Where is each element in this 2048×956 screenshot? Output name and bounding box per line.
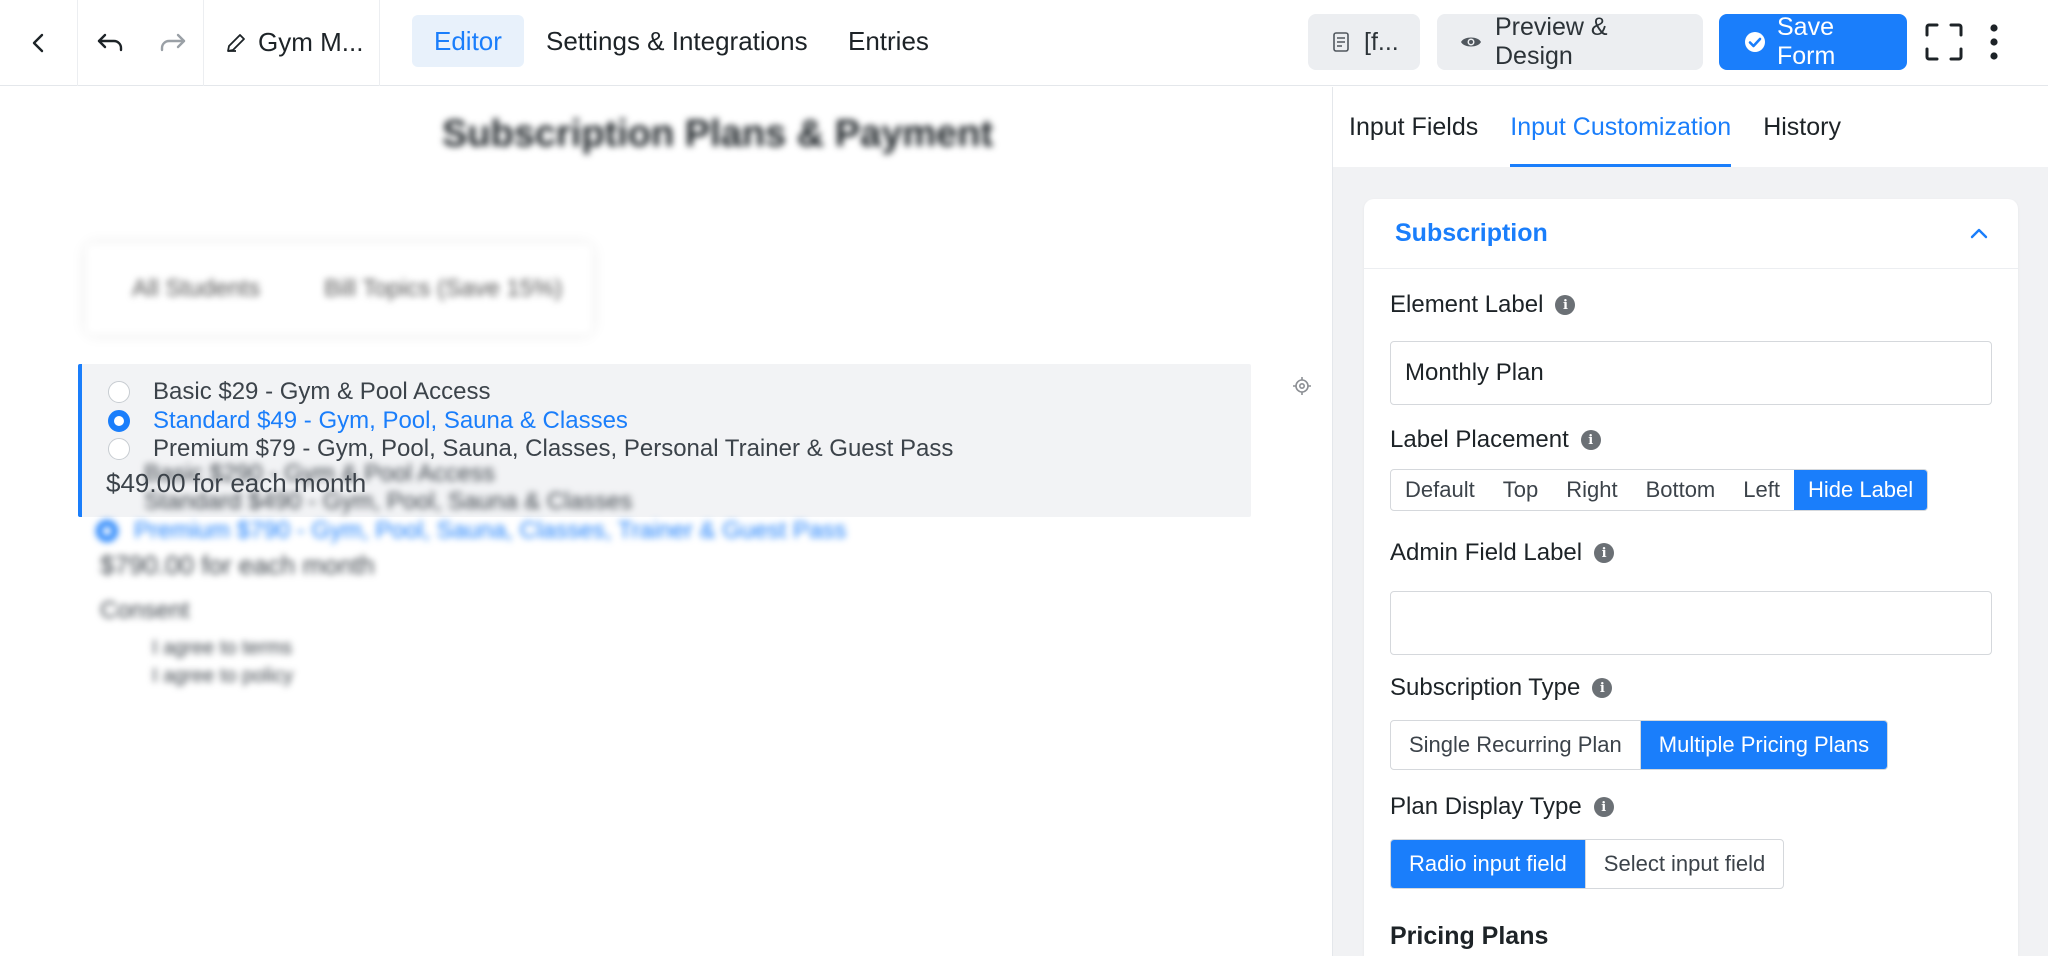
top-toolbar: Gym M... Editor Settings & Integrations … [0,0,2048,86]
plan-option-selected[interactable]: Premium $790 - Gym, Pool, Sauna, Classes… [96,517,846,545]
subscription-field-yearly[interactable]: Basic $290 - Gym & Pool Access Standard … [96,442,1256,580]
plan-display-type-heading: Plan Display Type i [1390,793,1614,821]
form-title-editable[interactable]: Gym M... [204,0,380,86]
subscription-type-group: Single Recurring Plan Multiple Pricing P… [1390,720,1889,770]
radio-button-selected[interactable] [96,520,118,542]
tab-entries[interactable]: Entries [826,15,951,67]
admin-field-label-heading: Admin Field Label i [1390,539,1615,567]
checkbox-option[interactable]: I agree to policy [152,665,293,688]
chevron-up-icon[interactable] [1966,221,1992,247]
tab-settings-integrations[interactable]: Settings & Integrations [524,15,830,67]
label-placement-heading: Label Placement i [1390,426,1601,454]
plan-option-basic[interactable]: Basic $29 - Gym & Pool Access [108,378,490,406]
info-icon[interactable]: i [1593,797,1614,817]
settings-panel: Input Fields Input Customization History… [1332,87,2048,956]
eye-icon [1459,30,1483,54]
save-form-button[interactable]: Save Form [1719,13,1907,70]
option-single-recurring-plan[interactable]: Single Recurring Plan [1391,721,1640,769]
check-circle-icon [1743,30,1767,54]
undo-button[interactable] [78,0,142,86]
option-multiple-pricing-plans[interactable]: Multiple Pricing Plans [1639,721,1888,769]
checkbox-field[interactable]: Consent I agree to terms I agree to poli… [96,597,1256,707]
canvas-form-title: Subscription Plans & Payment [442,113,994,155]
document-icon [1330,31,1352,53]
save-form-label: Save Form [1777,13,1836,70]
element-label-text: Element Label [1390,291,1544,318]
label-placement-group: Default Top Right Bottom Left Hide Label [1390,469,1929,511]
step-tab[interactable]: Bill Topics (Save 15%) [324,275,562,303]
plan-option-label: Basic $29 - Gym & Pool Access [153,378,491,405]
back-button[interactable] [0,0,78,86]
option-radio-input-field[interactable]: Radio input field [1391,840,1585,888]
field-label: Consent [100,597,190,624]
option-select-input-field[interactable]: Select input field [1584,840,1783,888]
subscription-type-text: Subscription Type [1390,674,1581,701]
info-icon[interactable]: i [1592,678,1613,698]
subscription-settings-card: Subscription Element Label i Monthly Pla… [1364,199,2018,956]
placement-option-top[interactable]: Top [1489,470,1552,510]
info-icon[interactable]: i [1555,295,1576,315]
panel-tabs: Input Fields Input Customization History [1333,87,2048,167]
pricing-plans-heading: Pricing Plans [1390,922,1549,950]
radio-button[interactable] [108,381,130,403]
tab-editor[interactable]: Editor [412,15,524,67]
placement-option-left[interactable]: Left [1729,470,1794,510]
redo-button[interactable] [142,0,204,86]
plan-display-type-text: Plan Display Type [1390,793,1582,820]
radio-button-selected[interactable] [108,410,130,432]
tab-input-customization[interactable]: Input Customization [1510,87,1732,167]
plan-option-label: Premium $790 - Gym, Pool, Sauna, Classes… [134,517,847,544]
admin-field-label-text: Admin Field Label [1390,539,1583,566]
price-note: $790.00 for each month [100,550,375,580]
info-icon[interactable]: i [1580,430,1601,450]
pencil-icon [224,31,248,55]
chevron-left-icon [22,26,56,60]
fullscreen-icon[interactable] [1924,22,1964,62]
label-placement-text: Label Placement [1390,426,1569,453]
section-title: Subscription [1395,219,1548,247]
subscription-type-heading: Subscription Type i [1390,674,1613,702]
more-options-icon[interactable] [1982,22,2006,62]
undo-icon [93,26,127,60]
preview-design-button[interactable]: Preview & Design [1437,13,1703,70]
shortcode-text: [f... [1364,27,1399,56]
tab-input-fields[interactable]: Input Fields [1349,87,1478,167]
plan-option-label: Standard $490 - Gym, Pool, Sauna & Class… [144,488,633,515]
plan-option-label: Standard $49 - Gym, Pool, Sauna & Classe… [153,407,628,434]
element-label-heading: Element Label i [1390,291,1576,319]
step-tabs: All Students Bill Topics (Save 15%) [86,244,592,334]
element-label-input[interactable]: Monthly Plan [1390,341,1992,405]
plan-option-label: Basic $290 - Gym & Pool Access [144,460,495,487]
info-icon[interactable]: i [1594,543,1615,563]
preview-design-label: Preview & Design [1495,13,1608,70]
plan-display-type-group: Radio input field Select input field [1390,839,1785,889]
form-title-text: Gym M... [258,27,364,57]
tab-history[interactable]: History [1763,87,1841,167]
placement-option-bottom[interactable]: Bottom [1632,470,1730,510]
plan-option-standard[interactable]: Standard $49 - Gym, Pool, Sauna & Classe… [108,407,628,435]
checkbox-option[interactable]: I agree to terms [152,637,292,660]
section-header[interactable]: Subscription [1364,199,2018,269]
placement-option-right[interactable]: Right [1552,470,1631,510]
form-canvas: Subscription Plans & Payment All Student… [0,87,1332,956]
redo-icon [156,26,190,60]
shortcode-button[interactable]: [f... [1308,14,1420,70]
gear-icon[interactable] [1292,376,1312,396]
admin-field-label-input[interactable] [1390,591,1992,655]
step-tab[interactable]: All Students [132,275,260,303]
placement-option-default[interactable]: Default [1391,470,1489,510]
placement-option-hide-label[interactable]: Hide Label [1793,470,1928,510]
